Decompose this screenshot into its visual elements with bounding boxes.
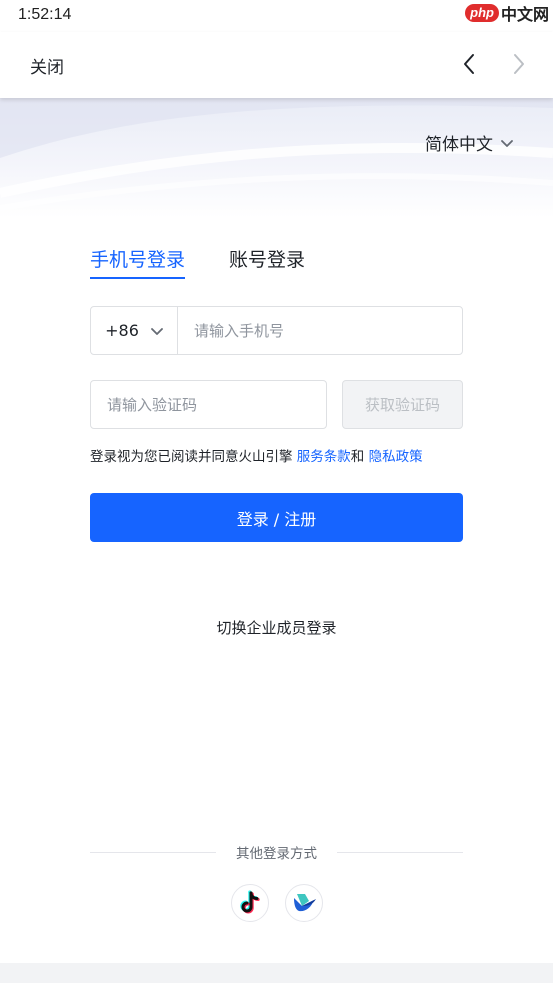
login-register-button[interactable]: 登录 / 注册 <box>90 493 463 542</box>
chevron-down-icon <box>501 133 513 153</box>
language-label: 简体中文 <box>425 135 493 155</box>
terms-link[interactable]: 服务条款 <box>297 449 351 465</box>
divider-line-left <box>90 851 216 853</box>
status-time: 1:52:14 <box>18 6 72 23</box>
agreement-text: 登录视为您已阅读并同意火山引擎 服务条款和 隐私政策 <box>90 445 470 465</box>
chevron-down-icon <box>150 321 163 340</box>
login-tabs: 手机号登录 账号登录 <box>90 245 305 281</box>
hero-wave-decoration <box>0 98 553 211</box>
tiktok-login-button[interactable] <box>230 884 269 922</box>
divider-line-right <box>337 851 463 853</box>
other-login-divider: 其他登录方式 <box>90 842 463 862</box>
agreement-prefix: 登录视为您已阅读并同意火山引擎 <box>90 449 297 465</box>
status-bar: 1:52:14 php 中文网 <box>0 0 553 32</box>
hero-banner: 简体中文 <box>0 98 553 218</box>
social-login-list <box>0 884 553 922</box>
watermark-site: 中文网 <box>500 5 549 24</box>
verification-code-input[interactable] <box>90 380 327 429</box>
language-select[interactable]: 简体中文 <box>425 130 513 155</box>
feishu-login-button[interactable] <box>284 884 323 922</box>
watermark-brand: php <box>465 4 499 22</box>
other-login-label: 其他登录方式 <box>236 846 317 862</box>
country-code-value: +86 <box>105 321 139 340</box>
phone-field-group: +86 <box>90 306 463 355</box>
country-code-select[interactable]: +86 <box>91 307 178 354</box>
agreement-joiner: 和 <box>350 449 369 465</box>
watermark-logo: php 中文网 <box>465 2 549 24</box>
top-nav: 关闭 <box>0 32 553 98</box>
privacy-link[interactable]: 隐私政策 <box>369 449 423 465</box>
bottom-bar <box>0 963 553 983</box>
tab-phone-login[interactable]: 手机号登录 <box>90 245 186 279</box>
close-button[interactable]: 关闭 <box>30 53 64 78</box>
switch-enterprise-container: 切换企业成员登录 <box>0 617 553 638</box>
forward-arrow-icon[interactable] <box>506 50 530 78</box>
switch-enterprise-link[interactable]: 切换企业成员登录 <box>216 619 336 637</box>
tiktok-icon <box>239 890 260 914</box>
tab-account-login[interactable]: 账号登录 <box>229 245 305 279</box>
feishu-icon <box>293 894 316 912</box>
phone-input[interactable] <box>178 307 462 354</box>
back-arrow-icon[interactable] <box>458 50 482 78</box>
get-code-button[interactable]: 获取验证码 <box>342 380 463 429</box>
